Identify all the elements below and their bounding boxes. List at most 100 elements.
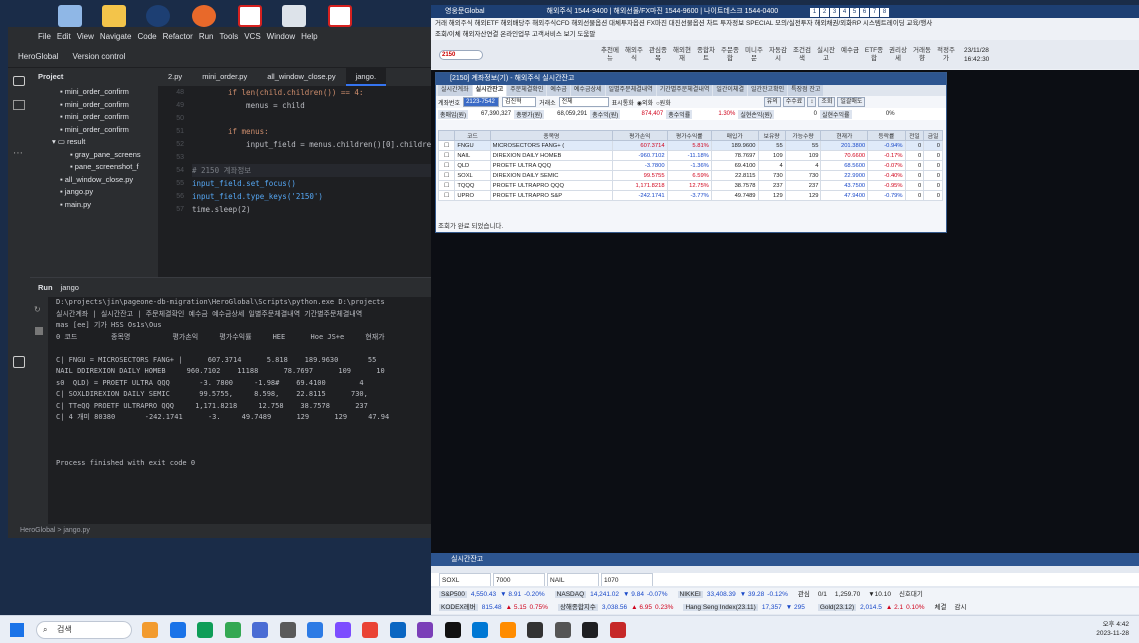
taskbar-app-icon[interactable]: [279, 622, 296, 638]
menu-window[interactable]: Window: [267, 32, 295, 41]
column-header[interactable]: 금일: [923, 130, 943, 141]
tool-button[interactable]: 해외현재: [671, 47, 693, 63]
tree-item[interactable]: ▪ mini_order_confirm: [30, 124, 158, 137]
table-row[interactable]: ☐ SOXL DIREXION DAILY SEMIC 99.5755 6.59% 22.…: [437, 170, 943, 181]
taskbar-app-icon[interactable]: [362, 622, 378, 638]
tool-button[interactable]: 해외주식: [623, 47, 645, 63]
hts-menu-2[interactable]: 조회/이체 해외자산연결 온라인업무 고객서비스 보기 도움말: [431, 29, 1139, 40]
screen-tab-6[interactable]: 6: [860, 8, 870, 17]
taskbar-app-icon[interactable]: [582, 622, 598, 638]
menu-help[interactable]: Help: [301, 32, 317, 41]
index-name[interactable]: Gold(23.12): [817, 604, 857, 611]
desktop-icon-recycle[interactable]: [58, 5, 82, 27]
column-header[interactable]: 평가손익: [612, 130, 668, 141]
window-button[interactable]: 유의: [763, 97, 781, 107]
window-tab[interactable]: 실시간계좌: [438, 85, 472, 96]
tree-item[interactable]: ▪ main.py: [30, 199, 158, 212]
column-header[interactable]: 현재가: [820, 130, 869, 141]
column-header[interactable]: 전일: [904, 130, 925, 141]
screen-tab-8[interactable]: 8: [880, 8, 890, 17]
watch-item[interactable]: 1070: [601, 573, 653, 586]
watch-item[interactable]: 7000: [493, 573, 545, 586]
taskbar-app-icon[interactable]: [334, 622, 351, 638]
tool-button[interactable]: 권리상세: [887, 47, 909, 63]
menu-view[interactable]: View: [77, 32, 94, 41]
desktop-icon-app2[interactable]: [192, 5, 216, 27]
taskbar-app-icon[interactable]: [307, 622, 323, 638]
window-tab[interactable]: 일별주문체결내역: [605, 85, 656, 96]
taskbar-app-icon[interactable]: [252, 622, 268, 638]
project-label[interactable]: Project: [30, 68, 158, 86]
screen-tab-3[interactable]: 3: [830, 8, 840, 17]
window-button[interactable]: 조회: [818, 97, 836, 107]
hts-menu-1[interactable]: 거래 해외주식 해외ETF 해외배당주 해외주식CFD 해외선물옵션 대체투자옵…: [431, 18, 1139, 29]
screen-tab-2[interactable]: 2: [820, 8, 830, 17]
table-row[interactable]: ☐ UPRO PROETF ULTRAPRO S&P -242.1741 -3.77% 4…: [437, 190, 943, 201]
column-header[interactable]: 매입가: [710, 130, 759, 141]
screen-number-input[interactable]: 2150: [439, 49, 483, 60]
window-button[interactable]: ↕: [807, 97, 817, 107]
ticker-extra[interactable]: ▼10.10: [868, 591, 891, 598]
menu-run[interactable]: Run: [199, 32, 214, 41]
window-tab[interactable]: 일간잔고확인: [747, 85, 788, 96]
run-console[interactable]: D:\projects\jin\pageone-db-migration\Her…: [56, 297, 431, 524]
menu-file[interactable]: File: [38, 32, 51, 41]
index-name[interactable]: 상해종합지수: [557, 604, 598, 611]
tool-button[interactable]: 추천메뉴: [599, 47, 621, 63]
screen-tab-7[interactable]: 7: [870, 8, 880, 17]
table-row[interactable]: ☐ NAIL DIREXION DAILY HOMEB -960.7102 -11.18…: [437, 150, 943, 161]
window-tab[interactable]: 특장점 잔고: [788, 85, 824, 96]
screen-tab-1[interactable]: 1: [810, 8, 820, 17]
radio-foreign[interactable]: ◉외화: [637, 98, 653, 107]
tool-button[interactable]: 실시잔고: [815, 47, 837, 63]
tool-button[interactable]: ETF종합: [863, 47, 885, 63]
account-input[interactable]: 2123-7542: [463, 97, 500, 107]
row-checkbox[interactable]: ☐: [437, 180, 456, 191]
index-name[interactable]: NIKKEI: [677, 591, 703, 598]
index-name[interactable]: Hang Seng Index(23.11): [683, 604, 758, 611]
more-icon[interactable]: ⋯: [13, 148, 23, 159]
screen-tab-5[interactable]: 5: [850, 8, 860, 17]
taskbar-app-icon[interactable]: [169, 622, 186, 638]
editor-tab[interactable]: mini_order.py: [192, 68, 257, 86]
column-header[interactable]: 등락률: [867, 130, 906, 141]
tool-button[interactable]: 주문종합: [719, 47, 741, 63]
menu-navigate[interactable]: Navigate: [100, 32, 132, 41]
tree-item[interactable]: ▪ mini_order_confirm: [30, 86, 158, 99]
editor-tab[interactable]: jango.: [345, 68, 387, 86]
taskbar-app-icon[interactable]: [224, 622, 241, 638]
window-tab[interactable]: 기간별주문체결내역: [656, 85, 713, 96]
tool-button[interactable]: 자동감시: [767, 47, 789, 63]
vcs-menu[interactable]: Version control: [72, 52, 125, 61]
taskbar-app-icon[interactable]: [554, 622, 571, 638]
taskbar-app-icon[interactable]: [499, 622, 516, 638]
desktop-icon-pdf[interactable]: [238, 5, 262, 27]
tool-button[interactable]: 적정주가: [935, 47, 957, 63]
taskbar-app-icon[interactable]: [527, 622, 543, 638]
rerun-icon[interactable]: ↻: [34, 305, 41, 314]
column-header[interactable]: 종목명: [489, 130, 614, 141]
tree-item[interactable]: ▪ mini_order_confirm: [30, 99, 158, 112]
watch-item[interactable]: SOXL: [439, 573, 491, 586]
column-header[interactable]: 코드: [454, 130, 491, 141]
index-name[interactable]: KODEX레버: [439, 604, 478, 611]
window-button[interactable]: 수수료: [782, 97, 806, 107]
tree-item[interactable]: ▪ pane_screenshot_f: [30, 161, 158, 174]
tree-item[interactable]: ▪ jango.py: [30, 186, 158, 199]
desktop-icon-pdf2[interactable]: [328, 5, 352, 27]
table-row[interactable]: ☐ QLD PROETF ULTRA QQQ -3.7800 -1.36% 69.4100…: [437, 160, 943, 171]
tool-button[interactable]: 거래동향: [911, 47, 933, 63]
taskbar-app-icon[interactable]: [417, 622, 433, 638]
code-editor[interactable]: if len(child.children()) == 4: menus = c…: [192, 86, 431, 277]
table-row[interactable]: ☐ TQQQ PROETF ULTRAPRO QQQ 1,171.8218 12.75%…: [437, 180, 943, 191]
column-header[interactable]: 보유량: [757, 130, 786, 141]
folder-icon[interactable]: [13, 76, 25, 86]
desktop-icon-app[interactable]: [146, 5, 170, 27]
ticker-extra[interactable]: 감시: [955, 604, 967, 611]
tool-button[interactable]: 종합차트: [695, 47, 717, 63]
tool-button[interactable]: 예수금: [839, 47, 861, 63]
desktop-icon-folder[interactable]: [102, 5, 126, 27]
column-header[interactable]: 가능수량: [784, 130, 822, 141]
ticker-extra[interactable]: 관심: [798, 591, 810, 598]
taskbar-app-icon[interactable]: [142, 622, 158, 638]
